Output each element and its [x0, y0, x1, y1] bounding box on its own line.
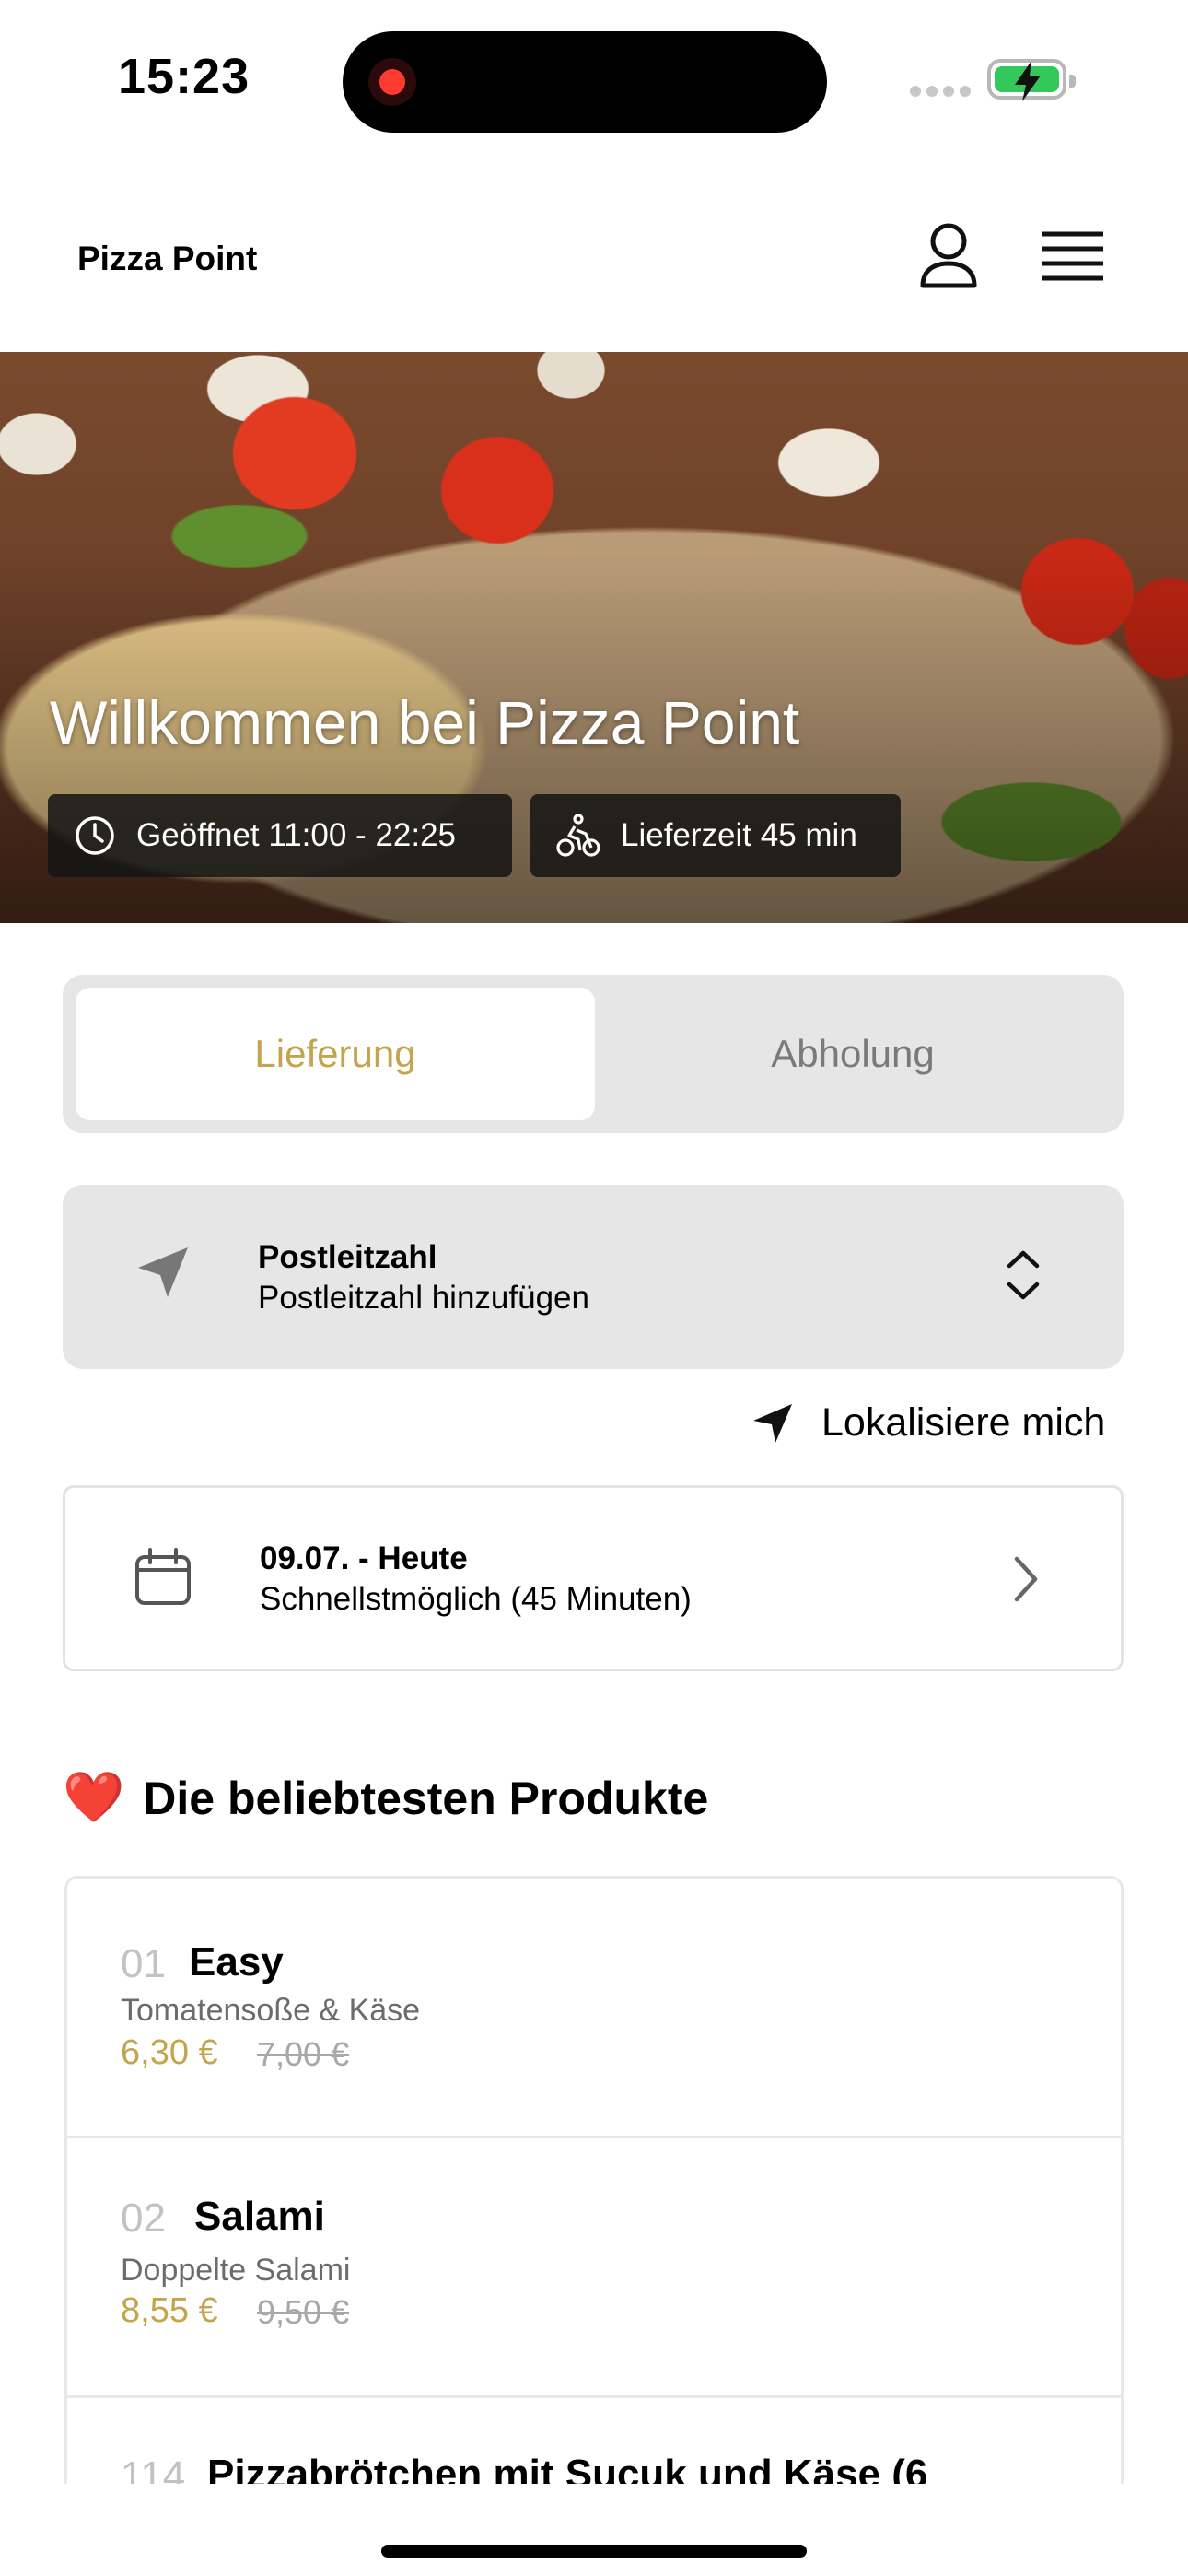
signal-icon	[910, 85, 976, 101]
product-name: Salami	[194, 2194, 325, 2239]
delivery-time-text: Lieferzeit 45 min	[621, 817, 857, 853]
product-description: Doppelte Salami	[121, 2253, 351, 2288]
user-account-icon[interactable]	[917, 221, 980, 296]
product-number: 01	[121, 1941, 166, 1986]
locate-me-button[interactable]: Lokalisiere mich	[751, 1400, 1105, 1446]
chevron-right-icon	[1009, 1553, 1042, 1610]
product-name: Easy	[189, 1939, 284, 1985]
product-item[interactable]: 02 Salami Doppelte Salami 8,55 € 9,50 €	[67, 2138, 1121, 2398]
schedule-date: 09.07. - Heute	[260, 1540, 468, 1576]
locate-me-label: Lokalisiere mich	[821, 1400, 1106, 1445]
recording-indicator-icon	[368, 58, 416, 106]
section-title-text: Die beliebtesten Produkte	[143, 1772, 709, 1824]
postcode-selector[interactable]	[63, 1185, 1124, 1369]
opening-hours-text: Geöffnet 11:00 - 22:25	[136, 817, 457, 853]
calendar-icon	[134, 1548, 192, 1611]
postcode-input[interactable]: Postleitzahl hinzufügen	[258, 1280, 589, 1317]
battery-charging-icon	[987, 59, 1076, 101]
schedule-selector[interactable]	[63, 1485, 1124, 1671]
brand-title[interactable]: Pizza Point	[77, 240, 257, 278]
section-title: ❤️ Die beliebtesten Produkte	[63, 1769, 708, 1827]
product-old-price: 9,50 €	[257, 2293, 350, 2331]
delivery-time-badge: Lieferzeit 45 min	[530, 794, 901, 877]
product-price: 8,55 €	[121, 2291, 218, 2330]
navigation-arrow-icon	[134, 1244, 192, 1306]
postcode-label: Postleitzahl	[258, 1239, 437, 1275]
status-time: 15:23	[118, 49, 250, 104]
product-old-price: 7,00 €	[257, 2035, 350, 2073]
bike-courier-icon	[556, 814, 600, 857]
tab-pickup[interactable]: Abholung	[595, 988, 1111, 1120]
location-arrow-icon	[753, 1403, 792, 1443]
opening-hours-badge: Geöffnet 11:00 - 22:25	[48, 794, 512, 877]
home-indicator[interactable]	[381, 2545, 807, 2558]
schedule-time: Schnellstmöglich (45 Minuten)	[260, 1581, 692, 1617]
heart-icon: ❤️	[63, 1770, 125, 1825]
clock-icon	[76, 816, 114, 855]
hamburger-menu-icon[interactable]	[1041, 228, 1105, 290]
product-price: 6,30 €	[121, 2033, 218, 2072]
product-description: Tomatensoße & Käse	[121, 1993, 421, 2028]
product-list: 01 Easy Tomatensoße & Käse 6,30 € 7,00 €…	[64, 1876, 1124, 2576]
bottom-safe-area	[0, 2484, 1188, 2576]
product-number: 02	[121, 2195, 166, 2241]
tab-delivery[interactable]: Lieferung	[76, 988, 595, 1120]
chevron-up-down-icon[interactable]	[1002, 1246, 1044, 1309]
hero-title: Willkommen bei Pizza Point	[50, 688, 800, 756]
product-item[interactable]: 01 Easy Tomatensoße & Käse 6,30 € 7,00 €	[67, 1879, 1121, 2138]
